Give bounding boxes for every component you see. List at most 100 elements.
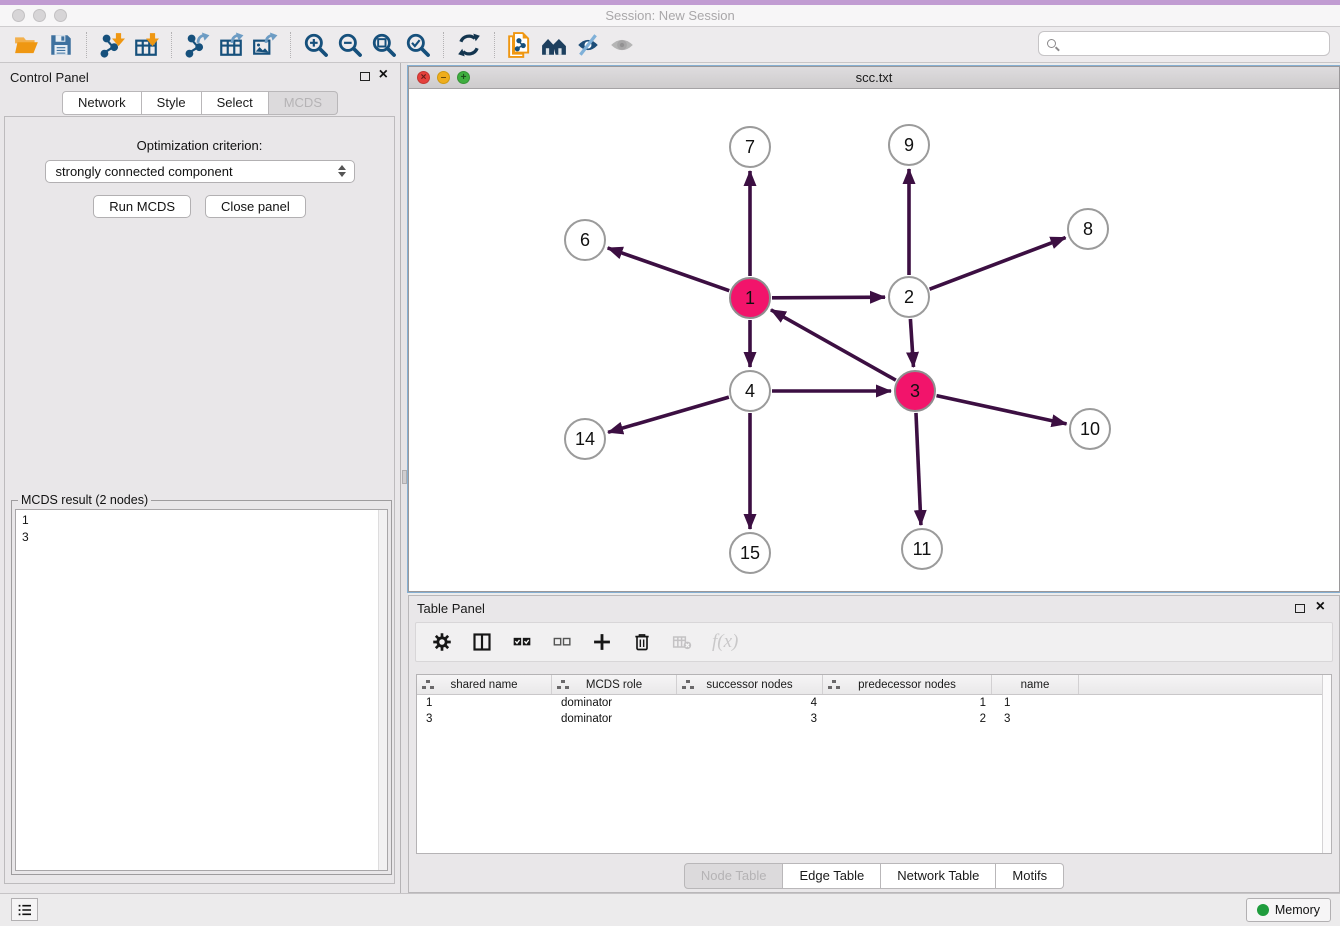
graph-node-4[interactable]: 4 xyxy=(729,370,771,412)
refresh-icon xyxy=(456,32,482,58)
table-cell[interactable]: 3 xyxy=(677,711,823,727)
open-session-button[interactable] xyxy=(10,30,44,60)
open-session-icon xyxy=(14,32,40,58)
table-cell[interactable]: 4 xyxy=(677,695,823,711)
zoom-out-button[interactable] xyxy=(333,30,367,60)
optimization-criterion-dropdown[interactable]: strongly connected component xyxy=(45,160,355,183)
graph-node-3[interactable]: 3 xyxy=(894,370,936,412)
import-table-button[interactable] xyxy=(129,30,163,60)
graph-edge-3-11[interactable] xyxy=(916,413,921,525)
houses-icon xyxy=(541,32,567,58)
graph-node-6[interactable]: 6 xyxy=(564,219,606,261)
table-tab-motifs[interactable]: Motifs xyxy=(996,863,1064,889)
tab-network[interactable]: Network xyxy=(62,91,142,115)
select-all-button[interactable] xyxy=(512,632,532,652)
toolbar-separator xyxy=(171,32,172,58)
close-panel-button[interactable]: Close panel xyxy=(205,195,306,218)
hide-eye-icon xyxy=(575,32,601,58)
graph-edges-layer xyxy=(409,89,1339,591)
float-table-panel-icon[interactable] xyxy=(1295,604,1305,613)
column-header-shared-name[interactable]: shared name xyxy=(417,675,552,694)
export-table-icon xyxy=(218,32,244,58)
graph-edge-4-14[interactable] xyxy=(608,397,729,432)
graph-node-2[interactable]: 2 xyxy=(888,276,930,318)
main-toolbar-icons xyxy=(10,30,639,60)
graph-node-11[interactable]: 11 xyxy=(901,528,943,570)
table-cell[interactable]: dominator xyxy=(552,711,677,727)
search-input[interactable] xyxy=(1062,34,1329,54)
export-network-button[interactable] xyxy=(180,30,214,60)
table-tab-network-table[interactable]: Network Table xyxy=(881,863,996,889)
export-image-button[interactable] xyxy=(248,30,282,60)
splitter-handle-icon[interactable] xyxy=(402,470,407,484)
houses-button[interactable] xyxy=(537,30,571,60)
graph-edge-1-2[interactable] xyxy=(772,297,885,298)
graph-edge-1-6[interactable] xyxy=(608,248,730,291)
table-tab-edge-table[interactable]: Edge Table xyxy=(783,863,881,889)
search-box[interactable] xyxy=(1038,31,1330,56)
float-panel-icon[interactable] xyxy=(360,72,370,81)
application-window: Session: New Session Control Panel × Net… xyxy=(0,0,1340,926)
import-network-button[interactable] xyxy=(95,30,129,60)
table-cell[interactable]: 3 xyxy=(992,711,1079,727)
run-mcds-button[interactable]: Run MCDS xyxy=(93,195,191,218)
delete-table-button xyxy=(672,632,692,652)
graph-node-8[interactable]: 8 xyxy=(1067,208,1109,250)
graph-node-9[interactable]: 9 xyxy=(888,124,930,166)
graph-edge-3-1[interactable] xyxy=(771,310,896,380)
unselect-all-button[interactable] xyxy=(552,632,572,652)
zoom-in-button[interactable] xyxy=(299,30,333,60)
table-cell[interactable]: 1 xyxy=(417,695,552,711)
unselect-all-icon xyxy=(552,632,572,652)
graph-edge-3-10[interactable] xyxy=(936,396,1066,424)
table-cell[interactable]: 1 xyxy=(992,695,1079,711)
table-cell[interactable]: 1 xyxy=(823,695,992,711)
table-scrollbar[interactable] xyxy=(1322,675,1331,853)
column-header-successor-nodes[interactable]: successor nodes xyxy=(677,675,823,694)
refresh-button[interactable] xyxy=(452,30,486,60)
tab-style[interactable]: Style xyxy=(142,91,202,115)
column-header-name[interactable]: name xyxy=(992,675,1079,694)
graph-edge-2-8[interactable] xyxy=(930,238,1066,290)
close-panel-icon[interactable]: × xyxy=(379,66,388,84)
mcds-result-area[interactable]: 1 3 xyxy=(15,509,388,871)
table-cell[interactable]: dominator xyxy=(552,695,677,711)
hide-eye-button[interactable] xyxy=(571,30,605,60)
columns-button[interactable] xyxy=(472,632,492,652)
memory-button[interactable]: Memory xyxy=(1246,898,1331,922)
delete-button[interactable] xyxy=(632,632,652,652)
export-table-button[interactable] xyxy=(214,30,248,60)
zoom-fit-button[interactable] xyxy=(367,30,401,60)
table-tab-node-table[interactable]: Node Table xyxy=(684,863,784,889)
graph-node-14[interactable]: 14 xyxy=(564,418,606,460)
panel-splitter[interactable] xyxy=(401,63,408,893)
column-label: MCDS role xyxy=(586,679,642,691)
graph-node-15[interactable]: 15 xyxy=(729,532,771,574)
table-cell[interactable]: 3 xyxy=(417,711,552,727)
column-header-predecessor-nodes[interactable]: predecessor nodes xyxy=(823,675,992,694)
zoom-selected-button[interactable] xyxy=(401,30,435,60)
graph-node-7[interactable]: 7 xyxy=(729,126,771,168)
tab-mcds[interactable]: MCDS xyxy=(269,91,338,115)
table-cell[interactable]: 2 xyxy=(823,711,992,727)
gear-button[interactable] xyxy=(432,632,452,652)
function-icon: f(x) xyxy=(712,631,738,653)
network-canvas[interactable]: 7 9 6 8 1 2 4 3 14 10 15 11 xyxy=(409,89,1339,591)
graph-node-1[interactable]: 1 xyxy=(729,277,771,319)
task-history-button[interactable] xyxy=(11,898,38,921)
save-session-button[interactable] xyxy=(44,30,78,60)
close-table-panel-icon[interactable]: × xyxy=(1316,598,1325,616)
table-row[interactable]: 1dominator411 xyxy=(417,695,1331,711)
table-row[interactable]: 3dominator323 xyxy=(417,711,1331,727)
add-button[interactable] xyxy=(592,632,612,652)
gear-icon xyxy=(432,632,452,652)
column-header-MCDS-role[interactable]: MCDS role xyxy=(552,675,677,694)
network-view-title: scc.txt xyxy=(409,70,1339,85)
result-scrollbar[interactable] xyxy=(378,510,387,870)
graph-edge-2-3[interactable] xyxy=(910,319,913,367)
select-all-icon xyxy=(512,632,532,652)
document-network-button[interactable] xyxy=(503,30,537,60)
graph-node-10[interactable]: 10 xyxy=(1069,408,1111,450)
tab-select[interactable]: Select xyxy=(202,91,269,115)
zoom-in-icon xyxy=(303,32,329,58)
